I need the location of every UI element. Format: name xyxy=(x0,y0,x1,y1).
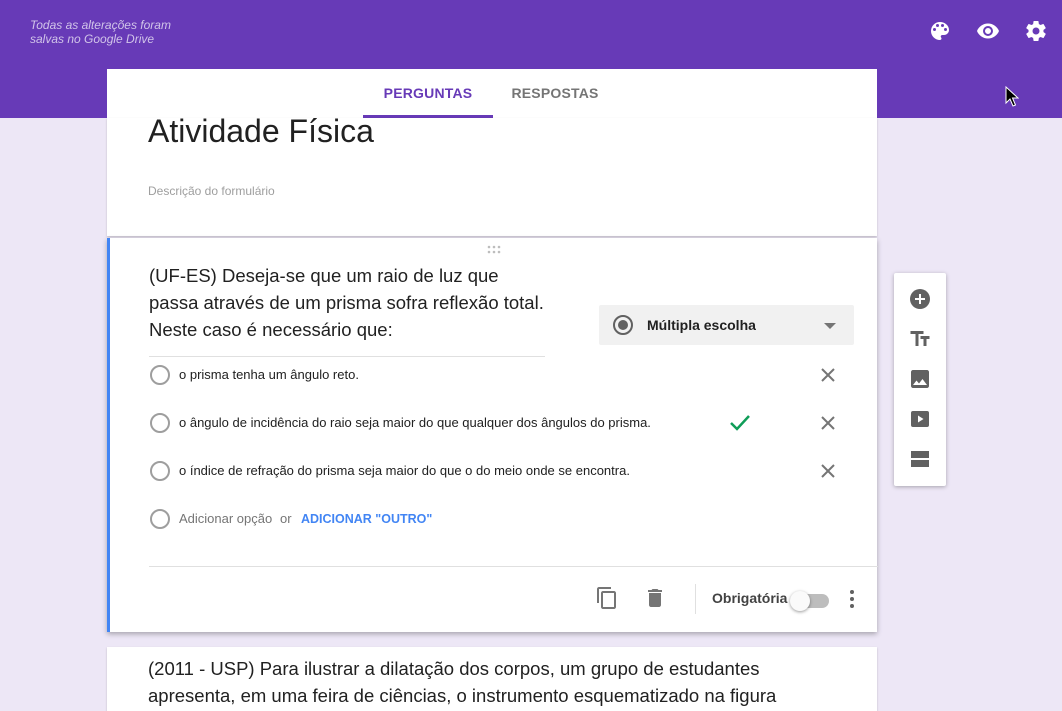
palette-icon[interactable] xyxy=(928,19,952,43)
side-toolbar xyxy=(894,273,946,486)
option-radio-icon xyxy=(150,461,170,481)
question-type-label: Múltipla escolha xyxy=(647,317,756,333)
option-radio-icon xyxy=(150,365,170,385)
duplicate-icon[interactable] xyxy=(595,586,619,610)
more-vert-icon[interactable] xyxy=(842,588,862,610)
question-type-dropdown[interactable]: Múltipla escolha xyxy=(599,305,854,345)
mouse-cursor-icon xyxy=(1005,86,1019,107)
tab-perguntas[interactable]: PERGUNTAS xyxy=(363,69,493,118)
option-row[interactable]: o ângulo de incidência do raio seja maio… xyxy=(149,411,849,435)
question-card[interactable]: (UF-ES) Deseja-se que um raio de luz que… xyxy=(107,238,878,632)
add-option-row: Adicionar opção or ADICIONAR "OUTRO" xyxy=(149,507,849,531)
settings-gear-icon[interactable] xyxy=(1024,19,1048,43)
tab-respostas[interactable]: RESPOSTAS xyxy=(499,69,611,118)
option-radio-icon xyxy=(150,413,170,433)
dropdown-arrow-icon xyxy=(824,323,836,329)
option-label[interactable]: o índice de refração do prisma seja maio… xyxy=(179,459,630,483)
remove-option-icon[interactable] xyxy=(820,415,836,431)
add-section-icon[interactable] xyxy=(908,447,932,471)
required-toggle-knob[interactable] xyxy=(790,591,810,611)
form-description-field[interactable]: Descrição do formulário xyxy=(148,184,275,198)
tab-bar: PERGUNTAS RESPOSTAS xyxy=(107,69,877,118)
form-title[interactable]: Atividade Física xyxy=(148,113,374,150)
add-image-icon[interactable] xyxy=(908,367,932,391)
preview-eye-icon[interactable] xyxy=(976,19,1000,43)
option-label[interactable]: o ângulo de incidência do raio seja maio… xyxy=(179,411,651,435)
correct-answer-check-icon xyxy=(730,415,750,431)
footer-separator xyxy=(695,584,696,614)
add-option-button[interactable]: Adicionar opção xyxy=(179,507,272,531)
option-row[interactable]: o prisma tenha um ângulo reto. xyxy=(149,363,849,387)
or-text: or xyxy=(280,511,292,526)
required-label: Obrigatória xyxy=(712,590,788,606)
option-radio-icon xyxy=(150,509,170,529)
question-title-input[interactable]: (UF-ES) Deseja-se que um raio de luz que… xyxy=(149,262,545,357)
radio-button-icon xyxy=(613,315,633,335)
option-label[interactable]: o prisma tenha um ângulo reto. xyxy=(179,363,359,387)
next-question-title[interactable]: (2011 - USP) Para ilustrar a dilatação d… xyxy=(148,655,848,709)
footer-divider xyxy=(149,566,878,567)
delete-trash-icon[interactable] xyxy=(643,586,667,610)
option-row[interactable]: o índice de refração do prisma seja maio… xyxy=(149,459,849,483)
save-status: Todas as alterações foram salvas no Goog… xyxy=(30,18,171,46)
next-question-card[interactable]: (2011 - USP) Para ilustrar a dilatação d… xyxy=(107,647,877,711)
remove-option-icon[interactable] xyxy=(820,463,836,479)
remove-option-icon[interactable] xyxy=(820,367,836,383)
form-header-card: Atividade Física Descrição do formulário xyxy=(107,113,877,236)
drag-handle-icon[interactable] xyxy=(486,245,502,255)
add-video-icon[interactable] xyxy=(908,407,932,431)
add-other-button[interactable]: ADICIONAR "OUTRO" xyxy=(301,507,432,531)
add-title-icon[interactable] xyxy=(908,327,932,351)
add-question-icon[interactable] xyxy=(908,287,932,311)
